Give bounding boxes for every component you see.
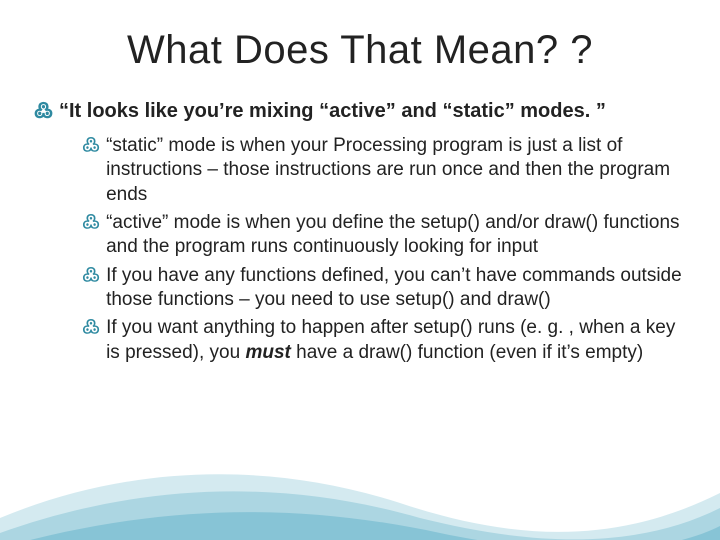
bullet-level2: ߷ If you have any functions defined, you… [82, 264, 686, 313]
bullet-icon: ߷ [82, 264, 100, 288]
text-post: have a draw() function (even if it’s emp… [291, 342, 643, 363]
bullet-level2-text: If you have any functions defined, you c… [106, 264, 686, 313]
bullet-level1-text: “It looks like you’re mixing “active” an… [59, 99, 606, 124]
sub-bullet-list: ߷ “static” mode is when your Processing … [34, 134, 686, 365]
bullet-level1: ߷ “It looks like you’re mixing “active” … [34, 99, 686, 124]
text-emph: must [245, 342, 290, 363]
bullet-level2: ߷ If you want anything to happen after s… [82, 316, 686, 365]
bullet-level2-text: If you want anything to happen after set… [106, 316, 686, 365]
slide-content: ߷ “It looks like you’re mixing “active” … [0, 99, 720, 365]
decorative-wave [0, 448, 720, 540]
bullet-level2-text: “static” mode is when your Processing pr… [106, 134, 686, 207]
slide-title: What Does That Mean? ? [0, 28, 720, 73]
bullet-icon: ߷ [82, 316, 100, 340]
bullet-icon: ߷ [82, 211, 100, 235]
slide: What Does That Mean? ? ߷ “It looks like … [0, 28, 720, 540]
bullet-level2: ߷ “active” mode is when you define the s… [82, 211, 686, 260]
bullet-icon: ߷ [34, 99, 53, 123]
bullet-level2-text: “active” mode is when you define the set… [106, 211, 686, 260]
bullet-icon: ߷ [82, 134, 100, 158]
bullet-level2: ߷ “static” mode is when your Processing … [82, 134, 686, 207]
